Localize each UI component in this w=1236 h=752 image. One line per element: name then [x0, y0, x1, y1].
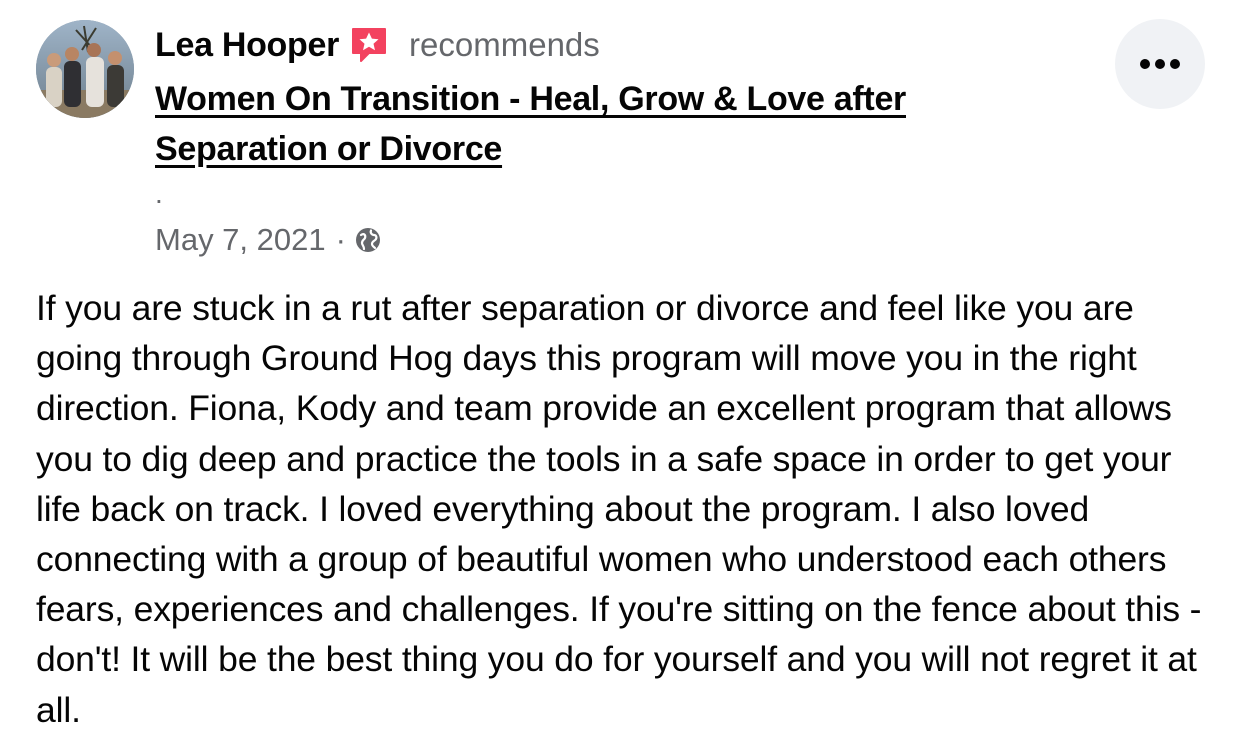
recommend-star-icon [349, 25, 389, 65]
post-header: Lea Hooper recommends Women On Transitio… [155, 20, 1055, 174]
post-body-text: If you are stuck in a rut after separati… [36, 288, 1202, 730]
post-meta: May 7, 2021 · [155, 222, 382, 258]
action-text: recommends [409, 26, 600, 63]
globe-icon[interactable] [354, 226, 382, 254]
meta-separator: · [335, 222, 346, 257]
post-header-line: Lea Hooper recommends [155, 20, 1055, 70]
author-avatar[interactable] [36, 20, 134, 118]
recommended-page-link[interactable]: Women On Transition - Heal, Grow & Love … [155, 74, 985, 174]
more-options-icon [1140, 59, 1180, 69]
post-date[interactable]: May 7, 2021 [155, 222, 326, 258]
author-name[interactable]: Lea Hooper [155, 26, 339, 65]
separator-dot: . [155, 178, 163, 209]
more-options-button[interactable] [1115, 19, 1205, 109]
